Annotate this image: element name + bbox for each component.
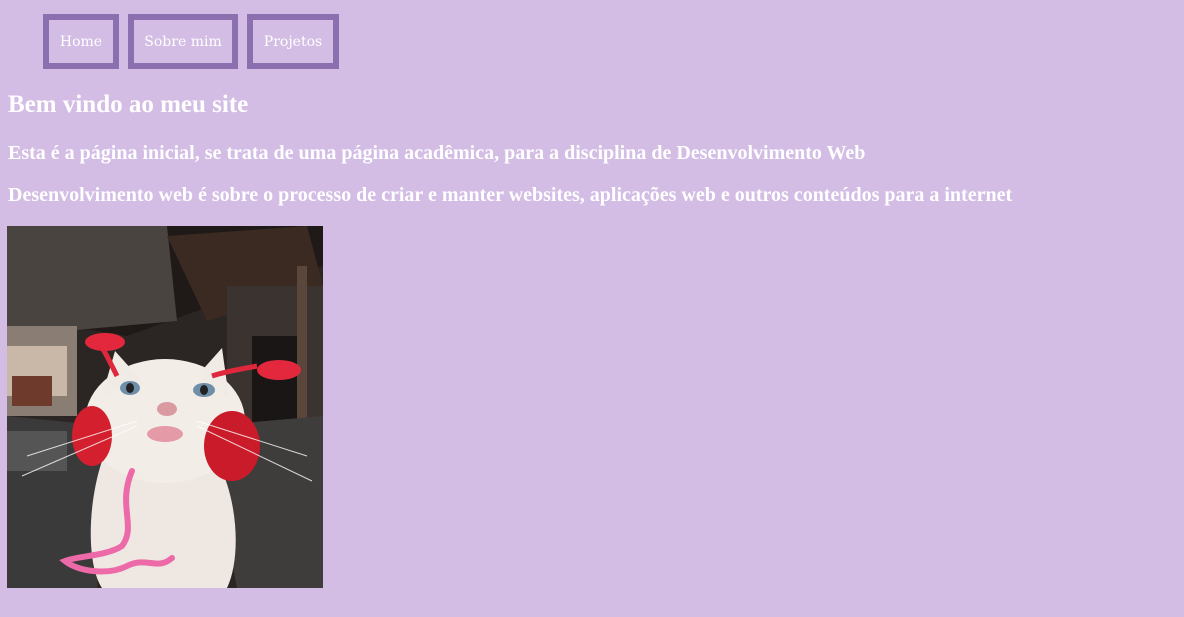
nav-home-button[interactable]: Home	[43, 14, 119, 69]
main-nav: Home Sobre mim Projetos	[43, 14, 339, 69]
nav-projects-button[interactable]: Projetos	[247, 14, 339, 69]
cat-photo	[7, 226, 323, 588]
nav-about-button[interactable]: Sobre mim	[128, 14, 238, 69]
intro-paragraph: Esta é a página inicial, se trata de uma…	[8, 142, 866, 164]
description-paragraph: Desenvolvimento web é sobre o processo d…	[8, 184, 1013, 206]
page-title: Bem vindo ao meu site	[8, 91, 249, 118]
